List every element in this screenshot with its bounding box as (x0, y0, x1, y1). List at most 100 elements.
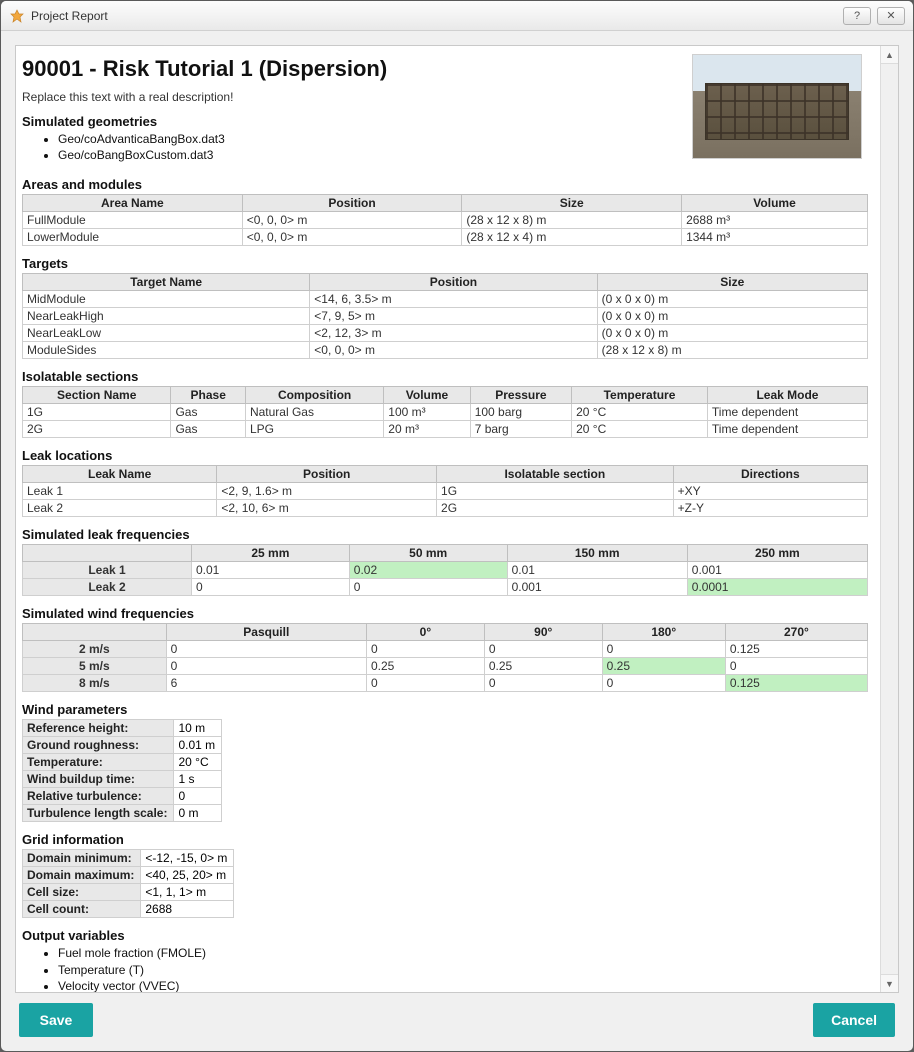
table-cell: 100 m³ (384, 404, 470, 421)
wind-parameters-table: Reference height:10 mGround roughness:0.… (22, 719, 222, 822)
table-cell: Time dependent (707, 404, 867, 421)
column-header (23, 624, 167, 641)
param-key: Relative turbulence: (23, 788, 174, 805)
column-header: Section Name (23, 387, 171, 404)
table-cell: 2G (437, 500, 674, 517)
table-cell: 0 (602, 641, 725, 658)
table-cell: (0 x 0 x 0) m (597, 325, 867, 342)
table-cell: +Z-Y (673, 500, 867, 517)
table-cell: LPG (245, 421, 383, 438)
section-wind-parameters: Wind parameters (22, 702, 868, 717)
table-cell: ModuleSides (23, 342, 310, 359)
table-cell: (28 x 12 x 4) m (462, 229, 682, 246)
window-title: Project Report (31, 9, 843, 23)
param-value: <-12, -15, 0> m (141, 850, 234, 867)
column-header: Pasquill (166, 624, 366, 641)
table-cell: 0.0001 (687, 579, 867, 596)
section-isolatable: Isolatable sections (22, 369, 868, 384)
content-area: 90001 - Risk Tutorial 1 (Dispersion) Rep… (1, 31, 913, 1051)
save-button[interactable]: Save (19, 1003, 93, 1037)
table-cell: <0, 0, 0> m (242, 229, 462, 246)
table-cell: Leak 2 (23, 500, 217, 517)
table-row: Relative turbulence:0 (23, 788, 222, 805)
project-report-window: Project Report ? ✕ 90001 - Risk Tutorial… (0, 0, 914, 1052)
column-header: Area Name (23, 195, 243, 212)
section-output-variables: Output variables (22, 928, 868, 943)
column-header: Size (462, 195, 682, 212)
table-cell: 0 (349, 579, 507, 596)
table-cell: 0 (602, 675, 725, 692)
table-row: NearLeakHigh<7, 9, 5> m(0 x 0 x 0) m (23, 308, 868, 325)
column-header: 150 mm (507, 545, 687, 562)
column-header: 90° (484, 624, 602, 641)
table-cell: 0.001 (507, 579, 687, 596)
table-row: LowerModule<0, 0, 0> m(28 x 12 x 4) m134… (23, 229, 868, 246)
leak-frequencies-table: 25 mm50 mm150 mm250 mmLeak 10.010.020.01… (22, 544, 868, 596)
report-body: 90001 - Risk Tutorial 1 (Dispersion) Rep… (16, 46, 880, 992)
column-header: Volume (384, 387, 470, 404)
table-row: MidModule<14, 6, 3.5> m(0 x 0 x 0) m (23, 291, 868, 308)
param-key: Temperature: (23, 754, 174, 771)
table-cell: <0, 0, 0> m (310, 342, 597, 359)
table-row: Cell count:2688 (23, 901, 234, 918)
table-cell: 20 °C (572, 404, 708, 421)
column-header: Volume (682, 195, 868, 212)
table-cell: 0 (725, 658, 867, 675)
vertical-scrollbar[interactable]: ▲ ▼ (880, 46, 898, 992)
param-key: Turbulence length scale: (23, 805, 174, 822)
table-cell: 20 m³ (384, 421, 470, 438)
table-cell: 0 (166, 658, 366, 675)
cancel-button[interactable]: Cancel (813, 1003, 895, 1037)
param-value: <40, 25, 20> m (141, 867, 234, 884)
column-header: Size (597, 274, 867, 291)
table-cell: NearLeakLow (23, 325, 310, 342)
table-row: Turbulence length scale:0 m (23, 805, 222, 822)
table-cell: 0 (484, 675, 602, 692)
table-cell: 0.01 (507, 562, 687, 579)
table-cell: 0 (192, 579, 350, 596)
titlebar: Project Report ? ✕ (1, 1, 913, 31)
param-key: Domain maximum: (23, 867, 141, 884)
table-cell: 0 (484, 641, 602, 658)
table-cell: 0.01 (192, 562, 350, 579)
table-cell: 0.25 (484, 658, 602, 675)
table-row: Leak 10.010.020.010.001 (23, 562, 868, 579)
table-row: 5 m/s00.250.250.250 (23, 658, 868, 675)
table-row: Leak 2000.0010.0001 (23, 579, 868, 596)
table-cell: LowerModule (23, 229, 243, 246)
table-cell: (28 x 12 x 8) m (462, 212, 682, 229)
table-cell: 1G (23, 404, 171, 421)
table-cell: Gas (171, 404, 246, 421)
row-header: Leak 2 (23, 579, 192, 596)
section-grid-info: Grid information (22, 832, 868, 847)
table-cell: 2G (23, 421, 171, 438)
isolatable-table: Section NamePhaseCompositionVolumePressu… (22, 386, 868, 438)
table-cell: (0 x 0 x 0) m (597, 308, 867, 325)
project-thumbnail (692, 54, 862, 159)
param-value: 20 °C (174, 754, 222, 771)
help-button[interactable]: ? (843, 7, 871, 25)
table-cell: <2, 10, 6> m (217, 500, 437, 517)
table-cell: 0 (366, 675, 484, 692)
table-row: FullModule<0, 0, 0> m(28 x 12 x 8) m2688… (23, 212, 868, 229)
list-item: Fuel mole fraction (FMOLE) (58, 945, 868, 961)
table-row: Reference height:10 m (23, 720, 222, 737)
table-cell: MidModule (23, 291, 310, 308)
output-variables-list: Fuel mole fraction (FMOLE)Temperature (T… (58, 945, 868, 992)
table-row: Temperature:20 °C (23, 754, 222, 771)
table-cell: 100 barg (470, 404, 571, 421)
section-areas: Areas and modules (22, 177, 868, 192)
section-targets: Targets (22, 256, 868, 271)
param-value: 0.01 m (174, 737, 222, 754)
close-button[interactable]: ✕ (877, 7, 905, 25)
param-key: Ground roughness: (23, 737, 174, 754)
table-row: NearLeakLow<2, 12, 3> m(0 x 0 x 0) m (23, 325, 868, 342)
column-header: 25 mm (192, 545, 350, 562)
table-cell: 20 °C (572, 421, 708, 438)
column-header: 50 mm (349, 545, 507, 562)
scroll-down-arrow[interactable]: ▼ (881, 974, 898, 992)
scroll-up-arrow[interactable]: ▲ (881, 46, 898, 64)
table-cell: +XY (673, 483, 867, 500)
table-cell: Time dependent (707, 421, 867, 438)
column-header: Composition (245, 387, 383, 404)
